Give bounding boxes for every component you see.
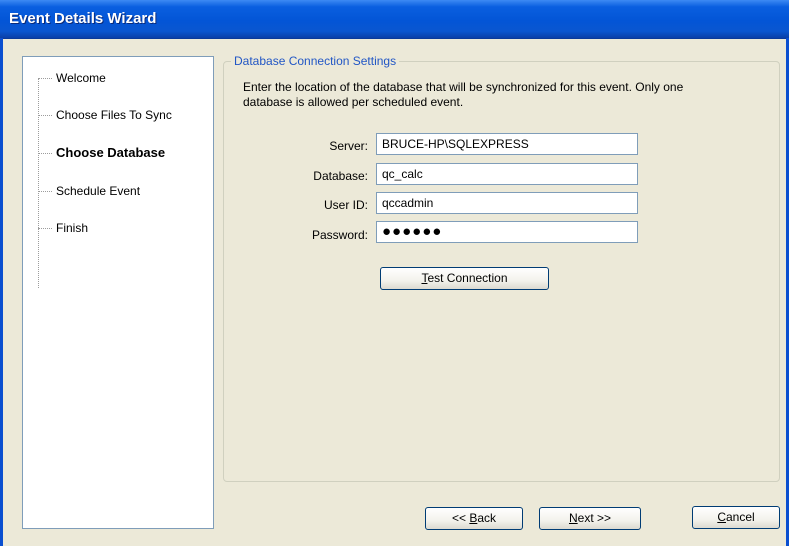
step-finish[interactable]: Finish [38, 219, 208, 237]
button-label: ancel [725, 510, 755, 524]
user-id-label: User ID: [323, 198, 368, 212]
button-label: est Connection [427, 271, 508, 285]
instructions-line: Enter the location of the database that … [243, 80, 684, 94]
step-choose-database[interactable]: Choose Database [38, 144, 208, 162]
wizard-steps-panel: Welcome Choose Files To Sync Choose Data… [22, 56, 214, 529]
user-id-input[interactable]: qccadmin [376, 192, 638, 214]
back-button[interactable]: << Back [425, 507, 523, 530]
step-label: Choose Files To Sync [56, 108, 172, 122]
step-label-active: Choose Database [56, 145, 166, 160]
step-label: Welcome [56, 71, 106, 85]
tree-connector [38, 115, 52, 116]
title-bar[interactable]: Event Details Wizard [0, 0, 789, 39]
groupbox-title: Database Connection Settings [231, 54, 400, 68]
button-label: ext >> [577, 511, 612, 525]
step-schedule-event[interactable]: Schedule Event [38, 182, 208, 200]
window-border-left [0, 38, 3, 546]
tree-connector [38, 228, 52, 229]
instructions-line: database is allowed per scheduled event. [243, 95, 464, 109]
next-button[interactable]: Next >> [539, 507, 641, 530]
step-choose-files[interactable]: Choose Files To Sync [38, 106, 208, 124]
tree-connector [38, 153, 52, 154]
wizard-window: Event Details Wizard Welcome Choose File… [0, 0, 789, 546]
database-input[interactable]: qc_calc [376, 163, 638, 185]
button-label: ack [477, 511, 497, 525]
step-label: Schedule Event [56, 184, 141, 198]
tree-connector [38, 191, 52, 192]
window-title: Event Details Wizard [9, 10, 157, 27]
server-input[interactable]: BRUCE-HP\SQLEXPRESS [376, 133, 638, 155]
mnemonic: N [568, 511, 578, 525]
test-connection-button[interactable]: Test Connection [380, 267, 549, 290]
button-label: << [451, 511, 470, 525]
server-label: Server: [329, 139, 368, 153]
instructions-text: Enter the location of the database that … [243, 80, 743, 110]
cancel-button[interactable]: Cancel [692, 506, 780, 529]
step-welcome[interactable]: Welcome [38, 69, 208, 87]
password-label: Password: [311, 228, 368, 242]
database-label: Database: [313, 169, 368, 183]
mnemonic: C [717, 510, 726, 524]
step-label: Finish [56, 221, 89, 235]
tree-connector [38, 78, 52, 79]
password-input[interactable]: ●●●●●● [376, 221, 638, 243]
